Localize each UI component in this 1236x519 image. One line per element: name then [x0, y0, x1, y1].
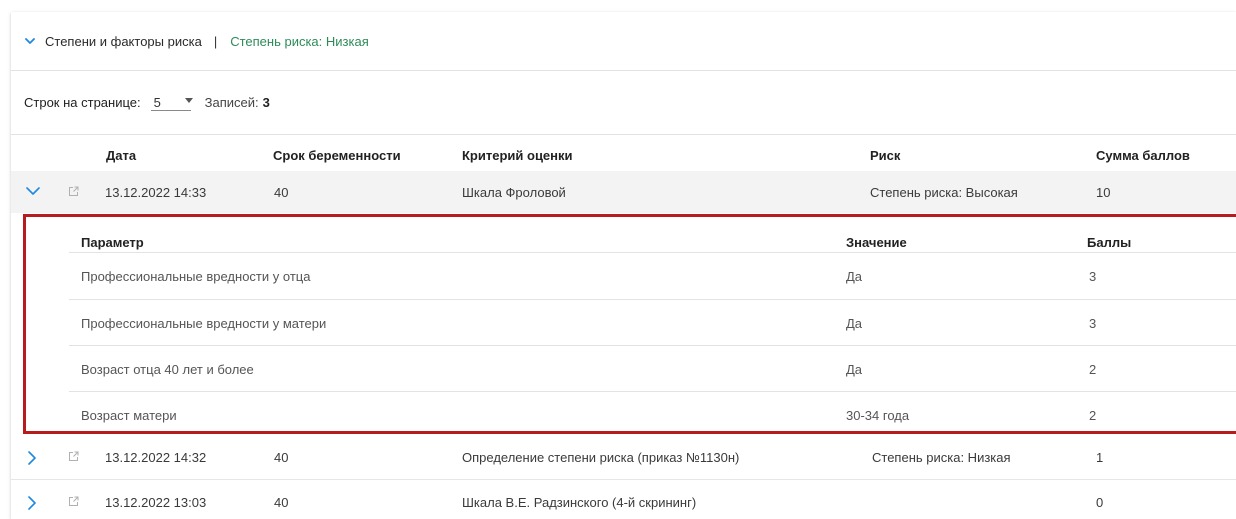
divider — [69, 345, 1236, 346]
chevron-right-icon[interactable] — [28, 451, 36, 465]
divider — [69, 299, 1236, 300]
detail-value: Да — [846, 269, 863, 284]
col-header-risk[interactable]: Риск — [870, 148, 900, 163]
detail-points: 3 — [1089, 269, 1097, 284]
row-score: 10 — [1096, 185, 1111, 200]
header-separator: | — [213, 33, 218, 49]
detail-value: Да — [846, 362, 863, 377]
divider — [69, 391, 1236, 392]
chevron-down-icon[interactable] — [26, 187, 40, 196]
chevron-right-icon[interactable] — [28, 496, 36, 510]
external-link-icon[interactable] — [68, 451, 79, 462]
col-header-score[interactable]: Сумма баллов — [1096, 148, 1190, 163]
detail-points: 2 — [1089, 362, 1097, 377]
detail-points: 3 — [1089, 316, 1097, 331]
external-link-icon[interactable] — [68, 496, 79, 507]
overall-risk-label: Степень риска: Низкая — [230, 33, 369, 49]
records-value: 3 — [262, 94, 270, 110]
detail-value: 30-34 года — [846, 408, 910, 423]
row-score: 1 — [1096, 450, 1104, 465]
col-header-criterion[interactable]: Критерий оценки — [462, 148, 573, 163]
detail-param: Возраст отца 40 лет и более — [81, 362, 254, 377]
row-term: 40 — [274, 495, 289, 510]
pagination-bar: Строк на странице: 5 Записей: 3 — [11, 70, 1236, 135]
row-risk: Степень риска: Низкая — [872, 450, 1011, 465]
records-label: Записей: — [204, 94, 259, 110]
detail-header-parameter: Параметр — [81, 235, 144, 250]
row-date: 13.12.2022 14:33 — [105, 185, 207, 200]
row-criterion: Определение степени риска (приказ №1130н… — [462, 450, 740, 465]
col-header-date[interactable]: Дата — [106, 148, 136, 163]
row-criterion: Шкала Фроловой — [462, 185, 566, 200]
row-date: 13.12.2022 13:03 — [105, 495, 207, 510]
col-header-term[interactable]: Срок беременности — [273, 148, 401, 163]
detail-param: Профессиональные вредности у отца — [81, 269, 311, 284]
risk-factors-panel: Степени и факторы риска | Степень риска:… — [11, 12, 1236, 519]
row-score: 0 — [1096, 495, 1104, 510]
rows-per-page-select[interactable]: 5 — [150, 92, 193, 111]
row-date: 13.12.2022 14:32 — [105, 450, 207, 465]
detail-param: Профессиональные вредности у матери — [81, 316, 327, 331]
records-count: Записей: 3 — [205, 95, 270, 110]
dropdown-caret-icon — [184, 97, 193, 103]
external-link-icon[interactable] — [68, 186, 79, 197]
chevron-down-icon[interactable] — [25, 36, 35, 46]
row-term: 40 — [274, 185, 289, 200]
panel-header[interactable]: Степени и факторы риска | Степень риска:… — [11, 12, 1236, 71]
rows-per-page-value: 5 — [153, 94, 161, 110]
detail-header-value: Значение — [846, 235, 907, 250]
row-term: 40 — [274, 450, 289, 465]
row-criterion: Шкала В.Е. Радзинского (4-й скрининг) — [462, 495, 697, 510]
detail-param: Возраст матери — [81, 408, 177, 423]
detail-header-points: Баллы — [1087, 235, 1132, 250]
rows-per-page-label: Строк на странице: — [24, 94, 141, 110]
divider — [69, 252, 1236, 253]
detail-value: Да — [846, 316, 863, 331]
risk-details-table: Параметр Значение Баллы Профессиональные… — [23, 214, 1236, 434]
panel-title: Степени и факторы риска — [45, 33, 202, 49]
row-risk: Степень риска: Высокая — [870, 185, 1018, 200]
detail-points: 2 — [1089, 408, 1097, 423]
